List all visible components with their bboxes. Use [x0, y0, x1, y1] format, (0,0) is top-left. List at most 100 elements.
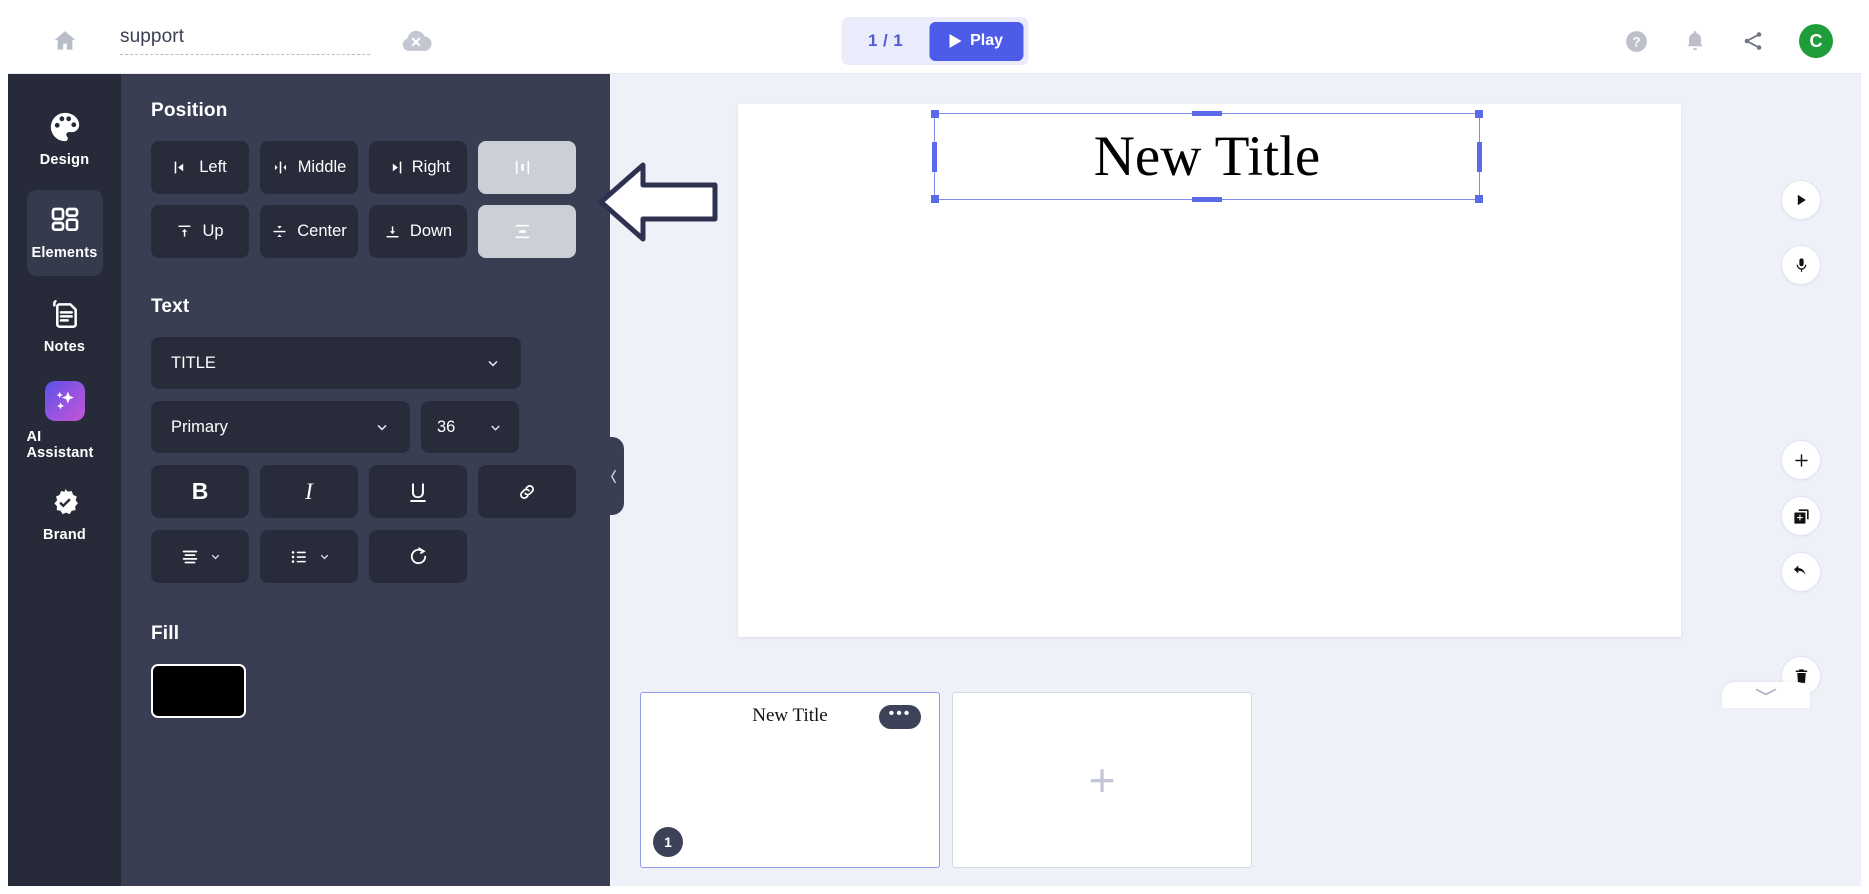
distribute-horizontal-button[interactable]	[478, 141, 576, 194]
left-nav-rail: Design Elements Notes AI Assistant Brand	[8, 74, 121, 886]
link-button[interactable]	[478, 465, 576, 518]
text-style-select[interactable]: TITLE	[151, 337, 521, 389]
play-circle-button[interactable]	[1781, 180, 1821, 220]
align-middle-button[interactable]: Middle	[260, 141, 358, 194]
help-circle-icon[interactable]: ?	[1624, 29, 1649, 54]
slide-options-button[interactable]: •••	[879, 705, 921, 729]
text-section: Text TITLE Primary 36 B I U	[121, 296, 610, 583]
fill-section-title: Fill	[151, 623, 180, 644]
distribute-vertical-button[interactable]	[478, 205, 576, 258]
properties-panel: Position Left Middle Right Up Center Dow…	[121, 74, 610, 886]
page-counter: 1 / 1	[867, 31, 904, 50]
slide-canvas[interactable]: New Title	[738, 104, 1681, 637]
resize-handle-bottom-left[interactable]	[931, 195, 939, 203]
chevron-down-icon	[211, 554, 219, 560]
microphone-icon	[1796, 257, 1806, 272]
add-slide-button[interactable]	[1781, 440, 1821, 480]
underline-icon: U	[410, 479, 426, 503]
slide-thumbnail-1[interactable]: New Title ••• 1	[640, 692, 940, 868]
sidebar-item-brand[interactable]: Brand	[27, 472, 103, 558]
canvas-tools-top	[1781, 180, 1821, 285]
align-middle-icon	[274, 161, 286, 174]
align-bottom-button[interactable]: Down	[369, 205, 467, 258]
resize-handle-top-right[interactable]	[1475, 110, 1483, 118]
badge-check-icon	[53, 489, 78, 515]
format-buttons-row-1: B I U	[151, 465, 610, 518]
more-dots-icon: •••	[888, 705, 912, 722]
resize-handle-left[interactable]	[932, 141, 937, 172]
sidebar-item-ai-assistant[interactable]: AI Assistant	[27, 378, 103, 464]
sidebar-item-elements[interactable]: Elements	[26, 190, 103, 276]
share-icon[interactable]	[1741, 29, 1765, 53]
svg-text:?: ?	[1632, 34, 1640, 49]
slide-number: 1	[664, 834, 672, 850]
duplicate-button[interactable]	[1781, 496, 1821, 536]
text-color-select[interactable]: Primary	[151, 401, 410, 453]
sidebar-item-design[interactable]: Design	[27, 96, 103, 182]
play-button-label: Play	[970, 32, 1004, 49]
cloud-close-icon[interactable]	[398, 28, 434, 54]
bold-button[interactable]: B	[151, 465, 249, 518]
rotate-icon	[410, 547, 426, 565]
resize-handle-top-left[interactable]	[931, 110, 939, 118]
resize-handle-bottom-right[interactable]	[1475, 195, 1483, 203]
title-underline	[120, 54, 370, 55]
underline-button[interactable]: U	[369, 465, 467, 518]
sidebar-item-label: Design	[39, 152, 90, 168]
notification-bell-icon[interactable]	[1683, 29, 1707, 53]
resize-handle-right[interactable]	[1477, 141, 1482, 172]
align-right-icon	[392, 161, 402, 174]
button-label: Down	[409, 222, 453, 240]
align-left-icon	[174, 161, 184, 174]
canvas-area: New Title	[610, 74, 1861, 708]
font-size-select[interactable]: 36	[421, 401, 519, 453]
palette-icon	[50, 112, 79, 142]
home-icon[interactable]	[48, 24, 82, 58]
text-color-size-row: Primary 36	[151, 401, 610, 453]
avatar-initial: C	[1809, 30, 1823, 51]
chevron-down-icon	[377, 424, 387, 431]
avatar[interactable]: C	[1799, 24, 1833, 58]
position-buttons-row-1: Left Middle Right	[151, 141, 610, 194]
text-align-button[interactable]	[151, 530, 249, 583]
text-align-icon	[182, 550, 197, 563]
button-label: Right	[411, 158, 451, 176]
add-slide-thumbnail[interactable]: +	[952, 692, 1252, 868]
sidebar-item-label: Brand	[43, 527, 86, 543]
italic-button[interactable]: I	[260, 465, 358, 518]
slide-tray: New Title ••• 1 +	[610, 644, 1861, 886]
top-bar: 1 / 1 Play ?	[0, 8, 1869, 74]
play-button[interactable]: Play	[929, 21, 1024, 61]
undo-button[interactable]	[1781, 552, 1821, 592]
button-label: Center	[297, 222, 347, 240]
selected-text-box[interactable]: New Title	[931, 110, 1483, 203]
rotate-button[interactable]	[369, 530, 467, 583]
chevron-down-icon	[488, 360, 498, 367]
align-right-button[interactable]: Right	[369, 141, 467, 194]
plus-icon: +	[1088, 754, 1116, 806]
distribute-vertical-icon	[515, 224, 530, 239]
align-left-button[interactable]: Left	[151, 141, 249, 194]
chevron-down-icon	[491, 424, 500, 431]
sidebar-item-notes[interactable]: Notes	[27, 284, 103, 370]
topbar-actions: ? C	[1624, 8, 1833, 74]
chevron-down-icon	[320, 554, 328, 560]
playback-group: 1 / 1 Play	[840, 17, 1029, 65]
project-title-input[interactable]	[120, 26, 370, 54]
slide-title-text: New Title	[1093, 125, 1321, 188]
fill-color-swatch[interactable]	[151, 664, 246, 718]
add-icon	[1794, 453, 1808, 467]
play-circle-icon	[1797, 194, 1806, 206]
text-section-title: Text	[151, 296, 190, 317]
align-center-vertical-button[interactable]: Center	[260, 205, 358, 258]
resize-handle-top[interactable]	[1192, 111, 1222, 116]
duplicate-icon	[1793, 508, 1809, 524]
align-center-vertical-icon	[273, 226, 286, 237]
align-top-button[interactable]: Up	[151, 205, 249, 258]
microphone-button[interactable]	[1781, 245, 1821, 285]
sidebar-item-label: Notes	[43, 339, 86, 355]
bullet-list-button[interactable]	[260, 530, 358, 583]
link-icon	[520, 484, 534, 499]
resize-handle-bottom[interactable]	[1192, 197, 1222, 202]
sidebar-item-label: AI Assistant	[26, 429, 94, 461]
